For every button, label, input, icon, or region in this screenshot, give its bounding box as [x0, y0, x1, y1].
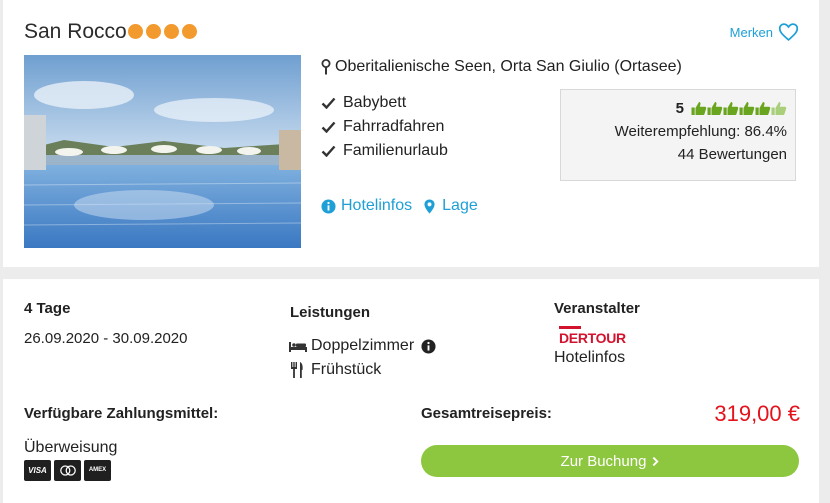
hotel-location: Oberitalienische Seen, Orta San Giulio (… [321, 58, 682, 76]
mastercard-icon [54, 460, 81, 481]
hotel-card: San Rocco Merken Oberitalienische Seen, … [3, 0, 819, 267]
star-icon [146, 24, 161, 39]
merken-label: Merken [729, 24, 773, 40]
rating-score: 5 [675, 100, 684, 117]
checkmark-icon [321, 97, 336, 109]
booking-label: Zur Buchung [560, 452, 647, 470]
checkmark-icon [321, 145, 336, 157]
lage-link[interactable]: Lage [422, 197, 478, 215]
thumbs-up-icon [771, 102, 787, 115]
total-price: 319,00 € [714, 401, 800, 426]
thumbs-up-icon [691, 102, 707, 115]
travel-dates: 26.09.2020 - 30.09.2020 [24, 330, 188, 347]
offer-card: 4 Tage 26.09.2020 - 30.09.2020 Leistunge… [3, 279, 819, 503]
recommendation-rate: Weiterempfehlung: 86.4% [614, 123, 787, 140]
info-circle-icon [321, 198, 336, 214]
payment-icons: VISA AMEX [24, 460, 111, 481]
feature-label: Fahrradfahren [343, 118, 445, 135]
thumbs-up-icon [755, 102, 771, 115]
visa-icon: VISA [24, 460, 51, 481]
merken-button[interactable]: Merken [730, 22, 799, 42]
feature-label: Babybett [343, 94, 407, 111]
hotel-name[interactable]: San Rocco [24, 20, 127, 44]
dertour-logo: DERTOUR [559, 326, 626, 346]
payment-label: Verfügbare Zahlungsmittel: [24, 405, 219, 422]
feature-label: Familienurlaub [343, 142, 448, 159]
thumbs-rating [691, 101, 787, 116]
room-label: Doppelzimmer [311, 337, 415, 354]
amex-icon: AMEX [84, 460, 111, 481]
meal-type: Frühstück [290, 361, 381, 379]
chevron-right-icon [653, 456, 660, 466]
checkmark-icon [321, 121, 336, 133]
hotelinfos-link[interactable]: Hotelinfos [321, 197, 412, 215]
operator-hotelinfos-link[interactable]: Hotelinfos [554, 349, 625, 367]
duration: 4 Tage [24, 300, 71, 317]
hotelinfos-label: Hotelinfos [341, 197, 413, 214]
map-pin-icon [321, 59, 331, 75]
feature-list: Babybett Fahrradfahren Familienurlaub [321, 91, 448, 163]
map-marker-icon [424, 198, 435, 214]
thumbs-up-icon [723, 102, 739, 115]
services-label: Leistungen [290, 304, 371, 321]
location-text: Oberitalienische Seen, Orta San Giulio (… [335, 58, 682, 75]
total-price-label: Gesamtreisepreis: [421, 405, 552, 422]
star-icon [182, 24, 197, 39]
info-circle-icon[interactable] [421, 338, 436, 354]
payment-method: Überweisung [24, 439, 118, 456]
star-rating [128, 24, 197, 39]
lage-label: Lage [442, 197, 478, 214]
heart-icon [778, 23, 799, 42]
operator-label: Veranstalter [554, 300, 640, 317]
meal-label: Frühstück [311, 361, 382, 378]
star-icon [164, 24, 179, 39]
hotel-photo[interactable] [24, 55, 301, 248]
thumbs-up-icon [739, 102, 755, 115]
booking-button[interactable]: Zur Buchung [421, 445, 799, 477]
feature-item: Babybett [321, 91, 448, 115]
review-count: 44 Bewertungen [677, 146, 787, 163]
room-type: Doppelzimmer [288, 337, 436, 355]
hotel-links: Hotelinfos Lage [321, 197, 478, 215]
cutlery-icon [291, 362, 303, 378]
thumbs-up-icon [707, 102, 723, 115]
feature-item: Familienurlaub [321, 139, 448, 163]
rating-box[interactable]: 5 Weiterempfehlung: 86.4% 44 Bewertungen [560, 89, 796, 181]
bed-icon [289, 342, 307, 352]
feature-item: Fahrradfahren [321, 115, 448, 139]
star-icon [128, 24, 143, 39]
